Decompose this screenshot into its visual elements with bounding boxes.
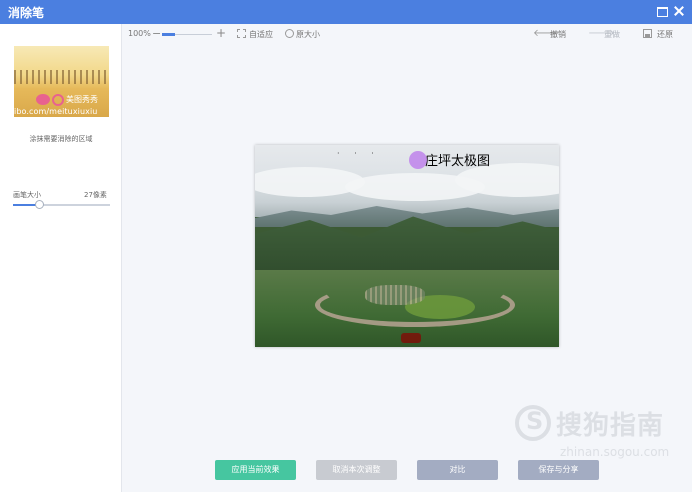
- zoom-level: 100%: [128, 29, 151, 38]
- original-size-icon[interactable]: [285, 29, 294, 38]
- watermark-url: zhinan.sogou.com: [560, 445, 670, 459]
- brush-size-value: 27像素: [84, 191, 107, 199]
- zoom-in-button[interactable]: +: [216, 26, 226, 40]
- thumbnail-watermark-url: ibo.com/meituxiuxiu: [14, 107, 98, 116]
- restore-button[interactable]: 还原: [657, 29, 673, 40]
- brush-size-label: 画笔大小: [13, 191, 41, 199]
- original-size-button[interactable]: 原大小: [296, 29, 320, 40]
- brush-cursor: [409, 151, 427, 169]
- photo-stamp: [401, 333, 421, 343]
- instruction-text: 涂抹需要消除的区域: [29, 135, 93, 143]
- zoom-out-button[interactable]: −: [152, 27, 161, 40]
- compare-button[interactable]: 对比: [417, 460, 498, 480]
- restore-icon[interactable]: [643, 29, 652, 38]
- editing-canvas[interactable]: · · · 庄坪太极图: [255, 145, 559, 347]
- brush-size-slider-handle[interactable]: [35, 200, 45, 209]
- zoom-slider-fill: [162, 33, 175, 36]
- redo-button[interactable]: 重做: [604, 29, 620, 40]
- preview-thumbnail: 美图秀秀 ibo.com/meituxiuxiu: [14, 46, 109, 117]
- sogou-logo-icon: [515, 405, 551, 441]
- thumbnail-fence: [14, 70, 109, 84]
- fit-button[interactable]: 自适应: [249, 29, 273, 40]
- watermark-text: 搜狗指南: [556, 411, 665, 441]
- apply-effect-button[interactable]: 应用当前效果: [215, 460, 296, 480]
- fit-icon[interactable]: [237, 29, 246, 38]
- photo-river: [315, 283, 515, 327]
- save-share-button[interactable]: 保存与分享: [518, 460, 599, 480]
- photo-dots: · · ·: [337, 149, 380, 158]
- thumbnail-watermark-name: 美图秀秀: [66, 95, 98, 104]
- undo-button[interactable]: 撤销: [550, 29, 566, 40]
- left-panel: 美图秀秀 ibo.com/meituxiuxiu 涂抹需要消除的区域 画笔大小 …: [0, 24, 122, 492]
- brush-size-slider[interactable]: [13, 200, 110, 209]
- maximize-icon[interactable]: [655, 4, 669, 18]
- close-icon[interactable]: [672, 4, 686, 18]
- window-title: 消除笔: [8, 6, 45, 20]
- weibo-icon: [36, 94, 50, 105]
- title-bar: 消除笔: [0, 0, 692, 24]
- meitu-logo-icon: [52, 94, 64, 106]
- cancel-adjustment-button[interactable]: 取消本次调整: [316, 460, 397, 480]
- photo-caption: 庄坪太极图: [425, 154, 491, 169]
- zoom-slider[interactable]: [162, 33, 212, 36]
